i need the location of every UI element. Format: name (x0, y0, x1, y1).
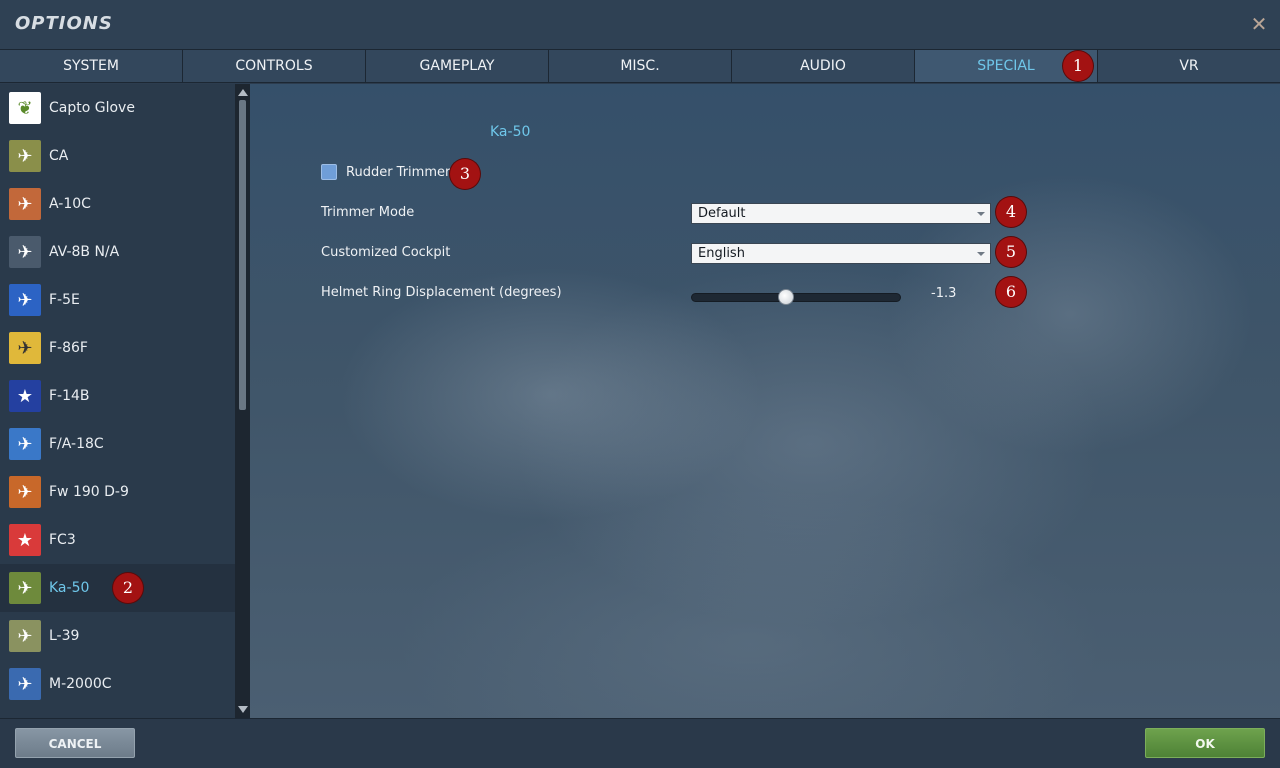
rudder-trimmer-label: Rudder Trimmer (346, 165, 451, 180)
f5e-icon: ✈ (9, 284, 41, 316)
sidebar-item-f14b[interactable]: ★ F-14B (0, 372, 235, 420)
sidebar-item-label: Fw 190 D-9 (49, 484, 129, 500)
a10c-icon: ✈ (9, 188, 41, 220)
sidebar-item-label: F-86F (49, 340, 88, 356)
m2000c-icon: ✈ (9, 668, 41, 700)
callout-marker-2: 2 (113, 573, 143, 603)
fc3-icon: ★ (9, 524, 41, 556)
sidebar-item-m2000c[interactable]: ✈ M-2000C (0, 660, 235, 708)
helmet-ring-slider-track[interactable] (691, 293, 901, 302)
footer-bar: CANCEL OK (0, 718, 1280, 768)
sidebar-item-label: CA (49, 148, 69, 164)
sidebar-item-f86f[interactable]: ✈ F-86F (0, 324, 235, 372)
sidebar-item-fw190[interactable]: ✈ Fw 190 D-9 (0, 468, 235, 516)
sidebar-item-a10c[interactable]: ✈ A-10C (0, 180, 235, 228)
customized-cockpit-label: Customized Cockpit (321, 245, 451, 260)
tab-gameplay[interactable]: GAMEPLAY (366, 50, 549, 82)
sidebar-scrollbar[interactable] (235, 84, 250, 718)
fa18c-icon: ✈ (9, 428, 41, 460)
sidebar-item-ka50[interactable]: ✈ Ka-50 2 (0, 564, 235, 612)
helmet-ring-label: Helmet Ring Displacement (degrees) (321, 285, 562, 300)
callout-marker-6: 6 (996, 277, 1026, 307)
ok-button[interactable]: OK (1145, 728, 1265, 758)
callout-marker-4: 4 (996, 197, 1026, 227)
sidebar-item-l39[interactable]: ✈ L-39 (0, 612, 235, 660)
helmet-ring-slider-thumb[interactable] (777, 289, 794, 305)
tab-vr[interactable]: VR (1098, 50, 1280, 82)
sidebar-item-label: AV-8B N/A (49, 244, 120, 260)
sidebar-item-label: A-10C (49, 196, 91, 212)
capto-glove-icon: ❦ (9, 92, 41, 124)
scroll-down-icon[interactable] (238, 706, 248, 713)
tab-special[interactable]: SPECIAL 1 (915, 50, 1098, 82)
rudder-trimmer-checkbox[interactable] (321, 164, 337, 180)
sidebar-item-ca[interactable]: ✈ CA (0, 132, 235, 180)
ca-icon: ✈ (9, 140, 41, 172)
tab-misc[interactable]: MISC. (549, 50, 732, 82)
tab-bar: SYSTEM CONTROLS GAMEPLAY MISC. AUDIO SPE… (0, 49, 1280, 83)
sidebar-item-fa18c[interactable]: ✈ F/A-18C (0, 420, 235, 468)
f86f-icon: ✈ (9, 332, 41, 364)
sidebar-item-label: FC3 (49, 532, 76, 548)
chevron-down-icon (977, 252, 985, 256)
l39-icon: ✈ (9, 620, 41, 652)
callout-marker-5: 5 (996, 237, 1026, 267)
sidebar-item-label: Capto Glove (49, 100, 135, 116)
customized-cockpit-value: English (698, 246, 745, 261)
sidebar-item-capto-glove[interactable]: ❦ Capto Glove (0, 84, 235, 132)
tab-system[interactable]: SYSTEM (0, 50, 183, 82)
window-title: OPTIONS (15, 13, 113, 34)
callout-marker-1: 1 (1063, 51, 1093, 81)
cancel-button[interactable]: CANCEL (15, 728, 135, 758)
trimmer-mode-label: Trimmer Mode (321, 205, 415, 220)
sidebar-item-label: F-5E (49, 292, 80, 308)
helmet-ring-value: -1.3 (931, 286, 957, 301)
sidebar-item-f5e[interactable]: ✈ F-5E (0, 276, 235, 324)
av8b-icon: ✈ (9, 236, 41, 268)
trimmer-mode-select[interactable]: Default (691, 203, 991, 224)
tab-special-label: SPECIAL (977, 58, 1035, 74)
scroll-thumb[interactable] (239, 100, 246, 410)
settings-panel: Ka-50 Rudder Trimmer 3 Trimmer Mode Defa… (250, 84, 1280, 718)
f14b-icon: ★ (9, 380, 41, 412)
sidebar-item-label: Ka-50 (49, 580, 90, 596)
scroll-up-icon[interactable] (238, 89, 248, 96)
customized-cockpit-select[interactable]: English (691, 243, 991, 264)
trimmer-mode-value: Default (698, 206, 746, 221)
chevron-down-icon (977, 212, 985, 216)
module-title: Ka-50 (490, 124, 531, 140)
module-sidebar: ❦ Capto Glove ✈ CA ✈ A-10C ✈ AV-8B N/A ✈… (0, 84, 235, 718)
sidebar-item-av8b[interactable]: ✈ AV-8B N/A (0, 228, 235, 276)
tab-controls[interactable]: CONTROLS (183, 50, 366, 82)
fw190-icon: ✈ (9, 476, 41, 508)
ka50-icon: ✈ (9, 572, 41, 604)
tab-audio[interactable]: AUDIO (732, 50, 915, 82)
sidebar-item-label: F-14B (49, 388, 90, 404)
sidebar-item-label: L-39 (49, 628, 80, 644)
sidebar-item-label: F/A-18C (49, 436, 104, 452)
sidebar-item-label: M-2000C (49, 676, 112, 692)
callout-marker-3: 3 (450, 159, 480, 189)
close-icon[interactable]: ✕ (1250, 13, 1268, 35)
sidebar-item-fc3[interactable]: ★ FC3 (0, 516, 235, 564)
title-bar: OPTIONS ✕ (0, 0, 1280, 49)
